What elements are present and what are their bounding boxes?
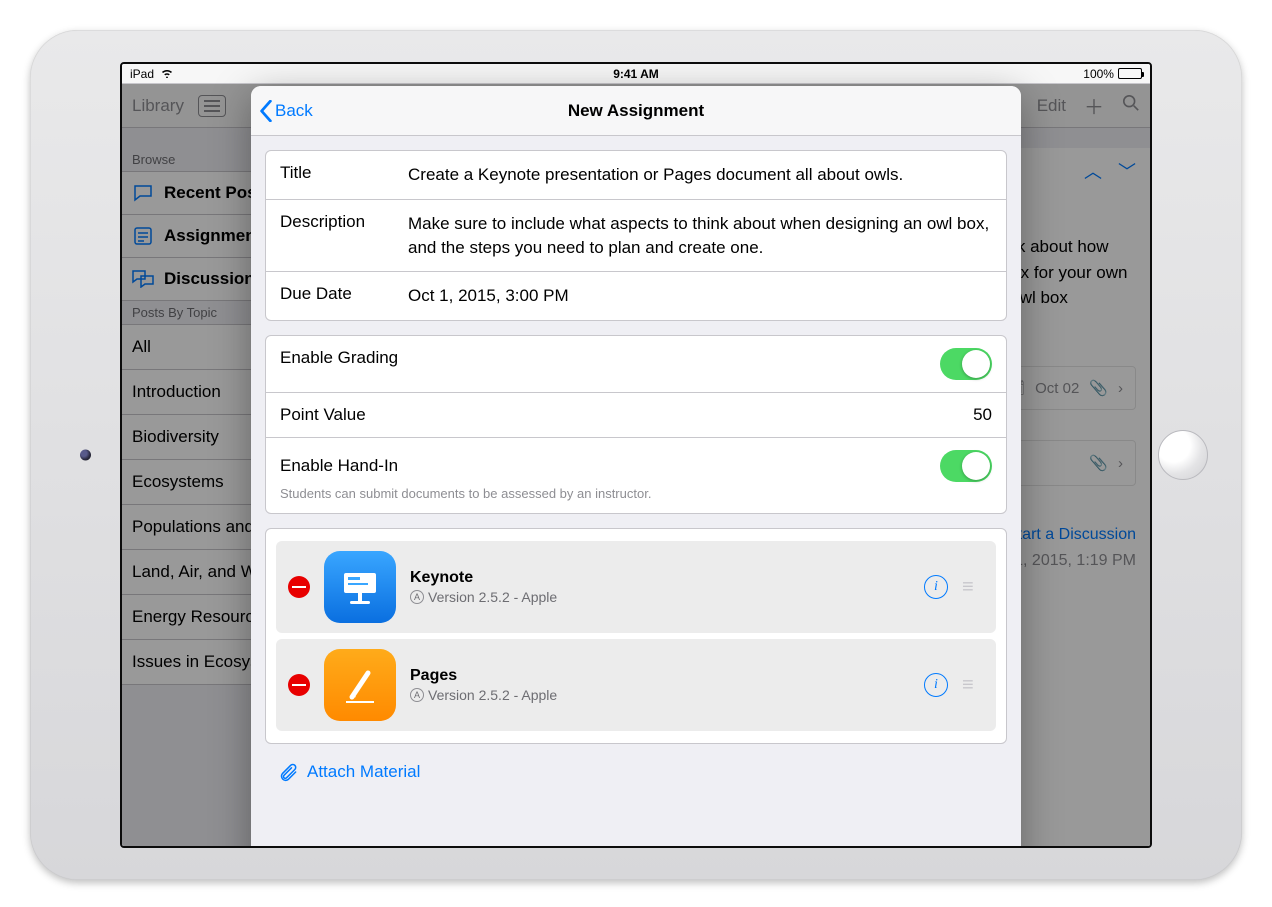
attachment-version: Version 2.5.2 - Apple	[428, 687, 557, 703]
ipad-screen: iPad 9:41 AM 100% Library Edit ＋	[120, 62, 1152, 848]
device-label: iPad	[130, 67, 154, 81]
wifi-icon	[160, 67, 174, 81]
point-value-label: Point Value	[280, 405, 366, 425]
grading-group: Enable Grading Point Value 50 Enable Han…	[265, 335, 1007, 514]
app-store-badge-icon: A	[410, 590, 424, 604]
handin-subtext: Students can submit documents to be asse…	[280, 486, 992, 501]
enable-grading-label: Enable Grading	[280, 348, 398, 380]
new-assignment-modal: Back New Assignment Title Create a Keyno…	[251, 86, 1021, 848]
ipad-camera	[80, 450, 91, 461]
ipad-frame: iPad 9:41 AM 100% Library Edit ＋	[30, 30, 1242, 880]
attachment-keynote: Keynote A Version 2.5.2 - Apple i ≡	[276, 541, 996, 633]
enable-handin-toggle[interactable]	[940, 450, 992, 482]
drag-handle-icon[interactable]: ≡	[962, 674, 984, 697]
pages-app-icon	[324, 649, 396, 721]
modal-header: Back New Assignment	[251, 86, 1021, 136]
enable-grading-row: Enable Grading	[266, 336, 1006, 393]
enable-handin-row: Enable Hand-In Students can submit docum…	[266, 438, 1006, 513]
attachment-name: Keynote	[410, 569, 910, 587]
keynote-app-icon	[324, 551, 396, 623]
title-value: Create a Keynote presentation or Pages d…	[408, 163, 992, 187]
battery-icon	[1118, 68, 1142, 79]
point-value-row[interactable]: Point Value 50	[266, 393, 1006, 438]
battery-label: 100%	[1083, 67, 1114, 81]
attachments-group: Keynote A Version 2.5.2 - Apple i ≡	[265, 528, 1007, 744]
due-date-row[interactable]: Due Date Oct 1, 2015, 3:00 PM	[266, 272, 1006, 320]
info-button[interactable]: i	[924, 673, 948, 697]
delete-attachment-button[interactable]	[288, 576, 310, 598]
description-row[interactable]: Description Make sure to include what as…	[266, 200, 1006, 273]
attachment-pages: Pages A Version 2.5.2 - Apple i ≡	[276, 639, 996, 731]
title-row[interactable]: Title Create a Keynote presentation or P…	[266, 151, 1006, 200]
drag-handle-icon[interactable]: ≡	[962, 576, 984, 599]
assignment-details-group: Title Create a Keynote presentation or P…	[265, 150, 1007, 321]
description-label: Description	[280, 212, 390, 260]
modal-body: Title Create a Keynote presentation or P…	[251, 136, 1021, 816]
back-button[interactable]: Back	[259, 86, 313, 135]
description-value: Make sure to include what aspects to thi…	[408, 212, 992, 260]
app-store-badge-icon: A	[410, 688, 424, 702]
back-label: Back	[275, 101, 313, 121]
title-label: Title	[280, 163, 390, 187]
status-time: 9:41 AM	[467, 67, 804, 81]
modal-title: New Assignment	[568, 101, 704, 121]
enable-handin-label: Enable Hand-In	[280, 456, 398, 476]
point-value: 50	[973, 405, 992, 425]
due-date-label: Due Date	[280, 284, 390, 308]
due-date-value: Oct 1, 2015, 3:00 PM	[408, 284, 992, 308]
attach-material-button[interactable]: Attach Material	[265, 758, 1007, 786]
status-bar: iPad 9:41 AM 100%	[122, 64, 1150, 84]
enable-grading-toggle[interactable]	[940, 348, 992, 380]
delete-attachment-button[interactable]	[288, 674, 310, 696]
info-button[interactable]: i	[924, 575, 948, 599]
ipad-home-button[interactable]	[1158, 430, 1208, 480]
attachment-version: Version 2.5.2 - Apple	[428, 589, 557, 605]
attach-material-label: Attach Material	[307, 762, 420, 782]
attachment-name: Pages	[410, 667, 910, 685]
